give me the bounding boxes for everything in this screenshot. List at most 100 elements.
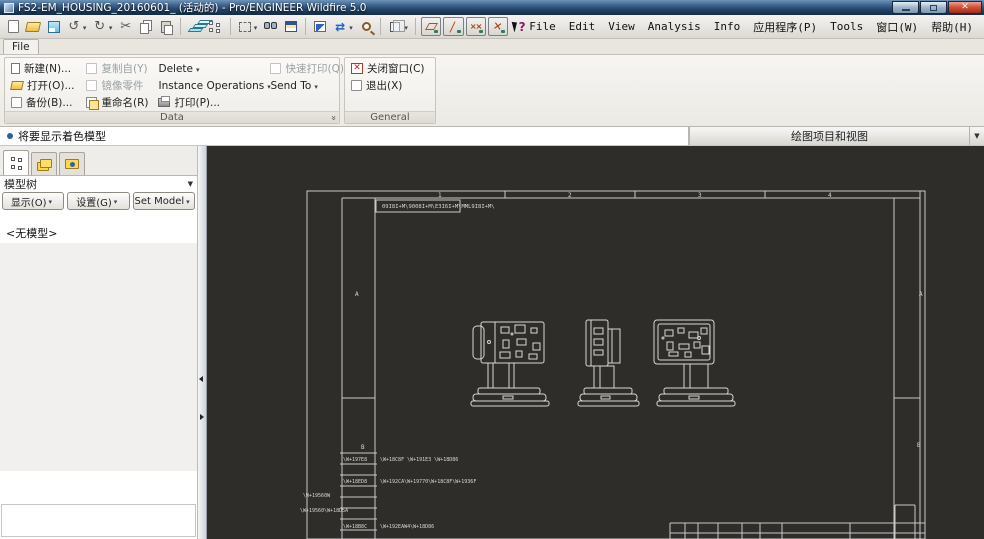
menu-window[interactable]: 窗口(W) — [876, 19, 918, 35]
svg-text:\W+192CA\W+19770\W+18C8F\W+193: \W+192CA\W+19770\W+18C8F\W+1936F — [380, 479, 476, 485]
tab-file[interactable]: File — [3, 39, 39, 54]
side-view — [578, 320, 639, 406]
model-tree-header: 模型树 ▼ — [0, 175, 197, 191]
menu-edit[interactable]: Edit — [569, 20, 596, 33]
copy-icon[interactable] — [137, 17, 155, 36]
view-cube-icon[interactable] — [386, 17, 404, 36]
titlebar[interactable]: FS2-EM_HOUSING_20160601_ (活动的) - Pro/ENG… — [0, 0, 984, 15]
redo-icon[interactable]: ↻ — [91, 17, 109, 36]
model-tree-content[interactable]: <无模型> — [0, 211, 197, 539]
panel-splitter[interactable] — [197, 146, 207, 539]
redo-dropdown[interactable]: ▾ — [109, 24, 116, 32]
menu-file[interactable]: File — [529, 20, 556, 33]
rename-icon — [86, 97, 97, 108]
instance-operations-button[interactable]: Instance Operations▾ — [156, 77, 260, 94]
show-button[interactable]: 显示(O)▾ — [2, 192, 64, 210]
open-button[interactable]: 打开(O)... — [9, 77, 76, 94]
model-tree-toggle-icon[interactable] — [206, 17, 224, 36]
set-model-button[interactable]: Set Model▾ — [133, 192, 195, 210]
exit-button[interactable]: 退出(X) — [349, 77, 431, 94]
new-button[interactable]: 新建(N)... — [9, 60, 76, 77]
open-folder-icon — [10, 81, 24, 90]
toolbar-separator — [415, 18, 416, 35]
zoom-icon[interactable] — [357, 17, 375, 36]
menu-analysis[interactable]: Analysis — [648, 20, 701, 33]
info-bar: 将要显示着色模型 绘图项目和视图 ▼ — [0, 127, 984, 146]
cut-icon[interactable]: ✂ — [117, 17, 135, 36]
svg-text:2: 2 — [568, 192, 572, 199]
model-tree-buttons: 显示(O)▾ 设置(G)▾ Set Model▾ — [0, 191, 197, 211]
undo-icon[interactable]: ↺ — [65, 17, 83, 36]
datum-axis-toggle[interactable] — [443, 17, 463, 36]
mirror-part-icon — [86, 80, 97, 91]
new-file-icon[interactable] — [4, 17, 22, 36]
datum-csys-toggle[interactable]: ✕ — [488, 17, 508, 36]
quick-print-button[interactable]: 快速打印(Q)... — [268, 60, 352, 77]
layers-icon[interactable] — [186, 17, 204, 36]
general-group-label: General — [345, 111, 435, 123]
regenerate-icon[interactable]: ⇄ — [331, 17, 349, 36]
menu-help[interactable]: 帮助(H) — [931, 19, 973, 35]
close-icon: ✕ — [961, 3, 969, 12]
print-icon — [158, 98, 170, 107]
minimize-button[interactable] — [892, 1, 919, 14]
revision-table: \W+197E8 \W+18C8F \W+191E3 \W+18D86 \W+1… — [300, 453, 476, 530]
menu-view[interactable]: View — [608, 20, 635, 33]
window-title: FS2-EM_HOUSING_20160601_ (活动的) - Pro/ENG… — [18, 0, 367, 15]
collapse-right-icon[interactable] — [200, 414, 204, 420]
delete-dropdown[interactable]: ▾ — [196, 66, 203, 74]
save-icon[interactable] — [44, 17, 62, 36]
settings-button[interactable]: 设置(G)▾ — [67, 192, 129, 210]
model-tree-header-dropdown-icon[interactable]: ▼ — [188, 180, 193, 188]
regenerate-dropdown[interactable]: ▾ — [349, 24, 356, 32]
front-view — [471, 322, 549, 406]
title-block — [670, 505, 925, 539]
tab-model-tree[interactable] — [3, 150, 29, 175]
close-button[interactable]: ✕ — [948, 1, 982, 14]
navigator-tabs — [0, 146, 197, 175]
drawing-canvas[interactable]: 1 2 3 4 A B A B 09I8I+M\9008I+M\E3I6I+M\… — [207, 146, 984, 539]
backup-button[interactable]: 备份(B)... — [9, 94, 76, 111]
quick-print-icon — [270, 63, 281, 74]
data-group-overflow-chevron[interactable]: » — [328, 115, 338, 121]
drawing-sheet: 1 2 3 4 A B A B 09I8I+M\9008I+M\E3I6I+M\… — [207, 146, 984, 539]
open-file-icon[interactable] — [24, 17, 42, 36]
menu-applications[interactable]: 应用程序(P) — [753, 19, 817, 35]
delete-button[interactable]: Delete▾ — [156, 60, 260, 77]
tab-folder-browser[interactable] — [59, 152, 85, 175]
app-icon — [4, 3, 14, 13]
layers-icon — [40, 159, 52, 168]
svg-text:\W+192EAW4\W+18D86: \W+192EAW4\W+18D86 — [380, 524, 434, 530]
close-window-button[interactable]: ✕关闭窗口(C) — [349, 60, 431, 77]
zone-letter-a-left: A — [355, 291, 359, 298]
svg-text:\W+19560W: \W+19560W — [303, 493, 331, 499]
mirror-part-button[interactable]: 镜像零件 — [84, 77, 148, 94]
menu-tools[interactable]: Tools — [830, 20, 863, 33]
paste-icon[interactable] — [157, 17, 175, 36]
menu-info[interactable]: Info — [714, 20, 741, 33]
filter-icon[interactable] — [282, 17, 300, 36]
copy-from-button[interactable]: 复制自(Y) — [84, 60, 148, 77]
tab-layers[interactable] — [31, 152, 57, 175]
context-help-icon[interactable]: ? — [510, 17, 528, 36]
top-note-text: 09I8I+M\9008I+M\E3I6I+M\MML9I8I+M\ — [382, 204, 495, 210]
select-box-icon[interactable] — [236, 17, 254, 36]
undo-dropdown[interactable]: ▾ — [83, 24, 90, 32]
select-dropdown[interactable]: ▾ — [254, 24, 261, 32]
maximize-button[interactable] — [920, 1, 947, 14]
find-icon[interactable] — [261, 17, 279, 36]
send-to-dropdown[interactable]: ▾ — [314, 83, 321, 91]
datum-plane-toggle[interactable] — [421, 17, 441, 36]
print-button[interactable]: 打印(P)... — [156, 94, 260, 111]
view-dropdown[interactable]: ▾ — [404, 24, 411, 32]
drawing-items-combobox[interactable]: 绘图项目和视图 ▼ — [688, 127, 984, 145]
minimize-icon — [902, 9, 910, 11]
rename-button[interactable]: 重命名(R) — [84, 94, 148, 111]
send-to-button[interactable]: Send To▾ — [268, 77, 352, 94]
sketcher-icon[interactable] — [311, 17, 329, 36]
drawing-items-dropdown-icon[interactable]: ▼ — [969, 127, 984, 145]
svg-text:\W+18C8F \W+191E3 \W+18D86: \W+18C8F \W+191E3 \W+18D86 — [380, 457, 458, 463]
datum-point-toggle[interactable]: ×× — [466, 17, 486, 36]
collapse-left-icon[interactable] — [199, 376, 203, 382]
ribbon-group-data: 新建(N)... 打开(O)... 备份(B)... 复制自(Y) 镜像零件 重… — [4, 57, 340, 124]
